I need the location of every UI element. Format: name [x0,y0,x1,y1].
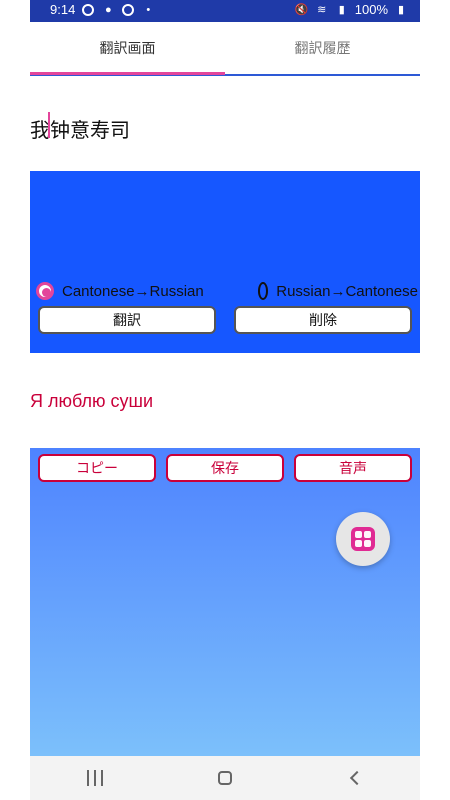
result-actions: コピー 保存 音声 [38,454,412,484]
result-actions-panel: コピー 保存 音声 [30,448,420,756]
translate-button[interactable]: 翻訳 [38,306,216,334]
app-window: 9:14 ● • 🔇 ≋ ▮ 100% ▮ 翻訳画面 翻訳履歴 我钟意寿司 Ca… [30,0,420,800]
speak-button[interactable]: 音声 [294,454,412,482]
left-margin [0,0,30,800]
radio-unchecked-icon [258,282,269,300]
app-grid-icon [351,527,375,551]
back-button[interactable] [342,765,368,791]
system-nav-bar [30,756,420,800]
radio-russian-cantonese-label: Russian→Cantonese [276,283,418,300]
screen: 9:14 ● • 🔇 ≋ ▮ 100% ▮ 翻訳画面 翻訳履歴 我钟意寿司 Ca… [0,0,450,800]
battery-percent: 100% [354,2,388,17]
radio-cantonese-russian-label: Cantonese→Russian [62,283,204,300]
signal-icon: ▮ [338,4,345,16]
back-icon [349,770,365,786]
home-icon [218,771,232,785]
tab-translate[interactable]: 翻訳画面 [30,22,225,74]
right-margin [420,0,450,800]
status-time: 9:14 [50,2,76,17]
line-icon: ● [104,3,112,16]
source-text: 我钟意寿司 [30,120,130,142]
battery-icon: ▮ [397,4,405,16]
tab-translate-label: 翻訳画面 [99,40,156,56]
source-text-field[interactable]: 我钟意寿司 [30,108,420,144]
clear-button[interactable]: 削除 [234,306,412,334]
tab-history-label: 翻訳履歴 [294,40,351,56]
status-left: 9:14 ● • [50,2,155,17]
dot-icon: • [146,3,151,16]
translate-actions: 翻訳 削除 [38,306,412,336]
notification-icon [81,3,95,17]
copy-button[interactable]: コピー [38,454,156,482]
home-button[interactable] [212,765,238,791]
status-bar: 9:14 ● • 🔇 ≋ ▮ 100% ▮ [30,0,420,22]
chrome-icon [121,3,135,17]
radio-russian-cantonese[interactable]: Russian→Cantonese [258,282,418,302]
tab-bar: 翻訳画面 翻訳履歴 [30,22,420,76]
wifi-icon: ≋ [317,4,327,16]
recents-button[interactable] [82,765,108,791]
tab-indicator [30,72,225,75]
floating-action-button[interactable] [336,512,390,566]
text-caret [48,112,50,138]
recents-icon [87,770,103,786]
radio-checked-icon [36,282,54,300]
save-button[interactable]: 保存 [166,454,284,482]
mute-icon: 🔇 [294,4,309,16]
status-right: 🔇 ≋ ▮ 100% ▮ [295,2,408,17]
radio-cantonese-russian[interactable]: Cantonese→Russian [36,282,204,302]
translated-text: Я люблю суши [30,391,154,411]
tab-history[interactable]: 翻訳履歴 [225,22,420,74]
